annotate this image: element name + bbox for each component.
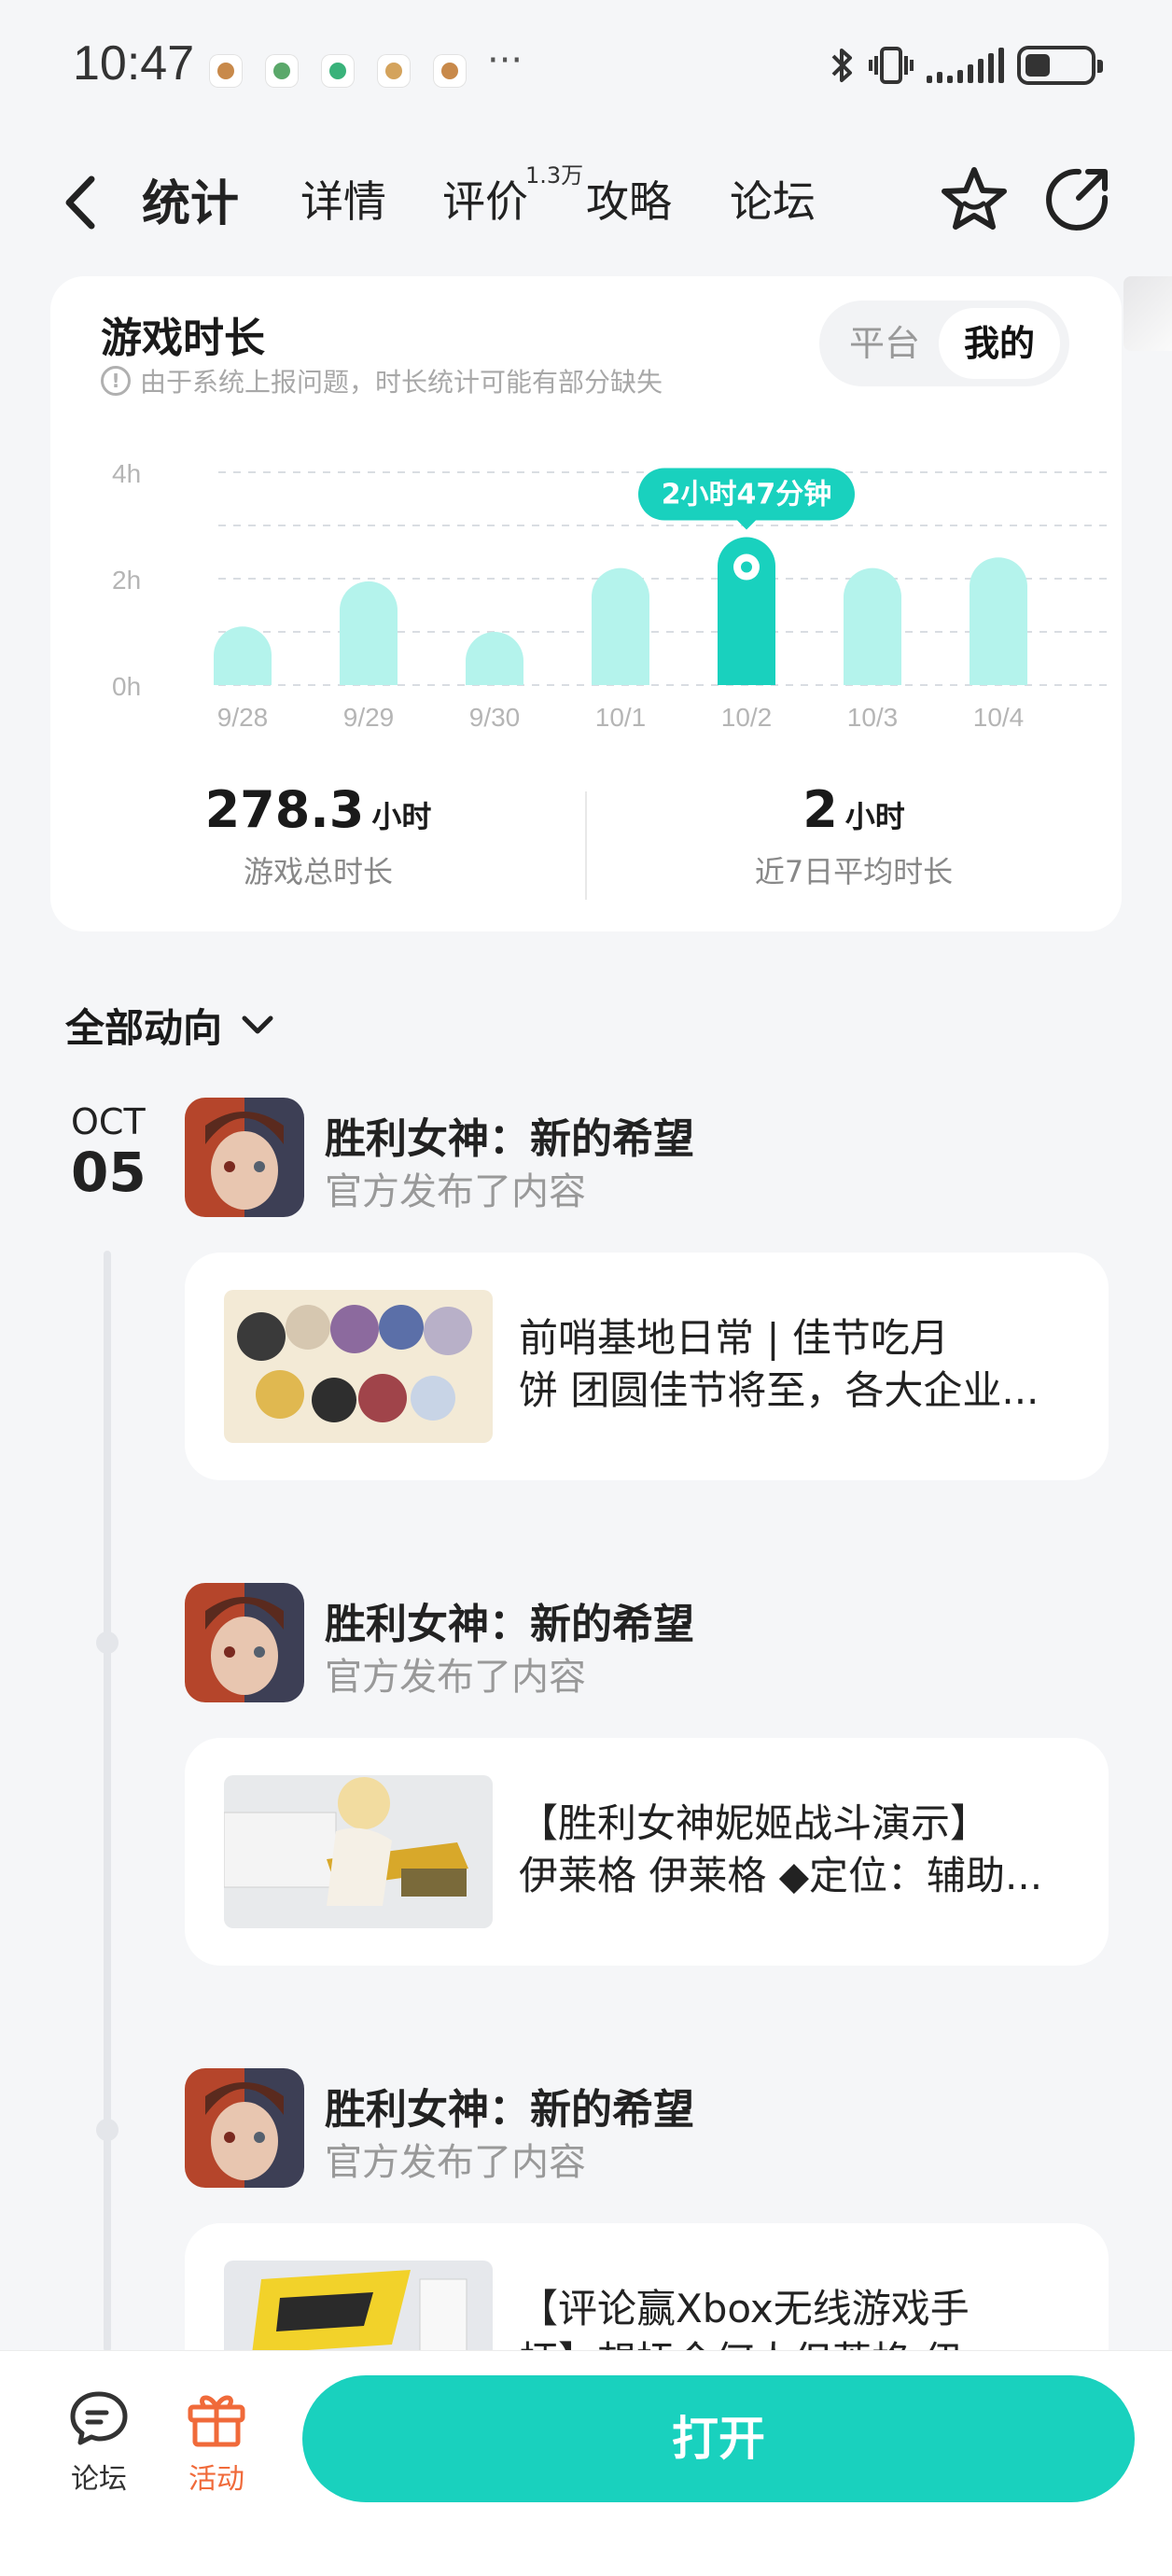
notification-icon [209, 54, 243, 88]
x-tick-label: 10/3 [847, 703, 899, 732]
timeline-dot [96, 1631, 119, 1654]
share-icon[interactable] [1039, 162, 1114, 237]
playtime-chart: 4h 2h 0h 9/28 9/29 9/30 10/1 10/2 2小时47分钟 10/3 10/… [112, 459, 1114, 732]
stats-summary: 278.3 小时 游戏总时长 2 小时 近7日平均时长 [50, 780, 1122, 920]
timeline-dot [96, 2119, 119, 2141]
average-label: 近7日平均时长 [754, 854, 954, 889]
total-playtime: 278.3 小时 游戏总时长 [50, 780, 586, 891]
post-excerpt-line: 伊莱格 伊莱格 ◆定位：辅助... [519, 1853, 1043, 1898]
feed-date-day: 05 [71, 1141, 146, 1204]
game-avatar[interactable] [185, 1583, 304, 1702]
post-action: 官方发布了内容 [325, 1656, 586, 1699]
chevron-down-icon [242, 1015, 273, 1033]
chart-tooltip-text: 2小时47分钟 [662, 479, 832, 511]
review-count-badge: 1.3万 [525, 162, 584, 189]
post-thumbnail [224, 1290, 493, 1443]
gift-icon [188, 2395, 245, 2447]
total-label: 游戏总时长 [243, 854, 393, 889]
game-name[interactable]: 胜利女神：新的希望 [325, 2076, 694, 2135]
chart-tooltip-pointer [737, 520, 756, 530]
post-excerpt-line: 饼 团圆佳节将至，各大企业... [519, 1367, 1039, 1413]
post-summary: 【胜利女神妮姬战斗演示】 伊莱格 伊莱格 ◆定位：辅助... [519, 1798, 1079, 1902]
vibrate-icon [869, 47, 914, 84]
x-tick-label: 9/30 [469, 703, 521, 732]
average-playtime: 2 小时 近7日平均时长 [586, 780, 1122, 891]
timeline-line [104, 1251, 111, 2352]
tab-guides[interactable]: 攻略 [586, 168, 672, 230]
next-card-edge [1123, 276, 1172, 351]
game-avatar[interactable] [185, 2068, 304, 2188]
game-name[interactable]: 胜利女神：新的希望 [325, 1105, 694, 1165]
chart-bar[interactable] [340, 581, 398, 685]
notification-icon [377, 54, 411, 88]
tab-reviews[interactable]: 评价 [442, 168, 528, 230]
chart-bar[interactable] [844, 567, 901, 685]
x-tick-label: 10/4 [973, 703, 1025, 732]
battery-icon [1017, 46, 1103, 85]
post-title-line: 【评论赢Xbox无线游戏手 [519, 2286, 970, 2331]
x-tick-label: 9/28 [217, 703, 269, 732]
total-unit: 小时 [371, 799, 432, 834]
favorite-star-icon[interactable] [937, 162, 1012, 237]
info-icon: ! [101, 366, 131, 396]
notification-icon [433, 54, 467, 88]
bottom-activity-button[interactable]: 活动 [170, 2388, 263, 2497]
y-tick-label: 2h [112, 566, 141, 595]
back-icon[interactable] [56, 170, 112, 235]
x-tick-label: 9/29 [343, 703, 395, 732]
forum-icon [70, 2391, 128, 2445]
post-action: 官方发布了内容 [325, 2141, 586, 2184]
chart-bar[interactable] [466, 632, 523, 685]
bluetooth-icon [831, 49, 852, 82]
feed-filter-dropdown[interactable]: 全部动向 [65, 997, 276, 1054]
bottom-activity-label: 活动 [188, 2463, 244, 2496]
feed-filter-label: 全部动向 [65, 1005, 223, 1051]
playtime-card: 游戏时长 ! 由于系统上报问题，时长统计可能有部分缺失 平台 我的 4h 2h 0h… [50, 276, 1122, 931]
post-thumbnail [224, 1775, 493, 1928]
tab-stats[interactable]: 统计 [142, 164, 240, 234]
post-summary: 前哨基地日常 | 佳节吃月 饼 团圆佳节将至，各大企业... [519, 1312, 1079, 1417]
scope-toggle: 平台 我的 [819, 301, 1069, 386]
notification-icon [265, 54, 299, 88]
signal-icon [927, 48, 1004, 83]
post-title-line: 前哨基地日常 | 佳节吃月 [519, 1315, 949, 1361]
post-title-line: 【胜利女神妮姬战斗演示】 [519, 1800, 990, 1846]
toggle-mine[interactable]: 我的 [939, 308, 1060, 379]
average-value: 2 [802, 780, 838, 839]
total-value: 278.3 [204, 780, 365, 839]
bottom-forum-button[interactable]: 论坛 [52, 2388, 146, 2497]
y-tick-label: 0h [112, 672, 141, 701]
x-tick-label: 10/1 [595, 703, 647, 732]
bottom-forum-label: 论坛 [71, 2463, 127, 2496]
chart-bar[interactable] [214, 626, 272, 685]
open-game-button[interactable]: 打开 [302, 2375, 1135, 2502]
hint-text: 由于系统上报问题，时长统计可能有部分缺失 [140, 367, 663, 398]
clock: 10:47 [73, 36, 195, 91]
tab-forum[interactable]: 论坛 [730, 168, 816, 230]
post-action: 官方发布了内容 [325, 1170, 586, 1213]
bottom-action-bar: 论坛 活动 打开 [0, 2350, 1172, 2576]
y-tick-label: 4h [112, 459, 141, 488]
toggle-platform[interactable]: 平台 [829, 308, 941, 379]
post-card[interactable]: 前哨基地日常 | 佳节吃月 饼 团圆佳节将至，各大企业... [185, 1253, 1109, 1480]
notification-icon [321, 54, 355, 88]
average-unit: 小时 [844, 799, 905, 834]
playtime-title: 游戏时长 [101, 315, 265, 362]
tab-details[interactable]: 详情 [300, 168, 386, 230]
feed-date-month: OCT [71, 1101, 146, 1142]
playtime-hint: ! 由于系统上报问题，时长统计可能有部分缺失 [101, 362, 663, 399]
game-avatar[interactable] [185, 1098, 304, 1217]
status-bar: 10:47 ··· [0, 0, 1172, 131]
game-name[interactable]: 胜利女神：新的希望 [325, 1590, 694, 1650]
chart-bar[interactable] [970, 557, 1027, 685]
chart-bar[interactable] [592, 567, 649, 685]
more-notifications-icon: ··· [487, 39, 523, 82]
chart-marker-center [741, 561, 752, 573]
top-nav: 统计 详情 评价 1.3万 攻略 论坛 [0, 131, 1172, 271]
post-card[interactable]: 【胜利女神妮姬战斗演示】 伊莱格 伊莱格 ◆定位：辅助... [185, 1738, 1109, 1966]
x-tick-label: 10/2 [721, 703, 773, 732]
